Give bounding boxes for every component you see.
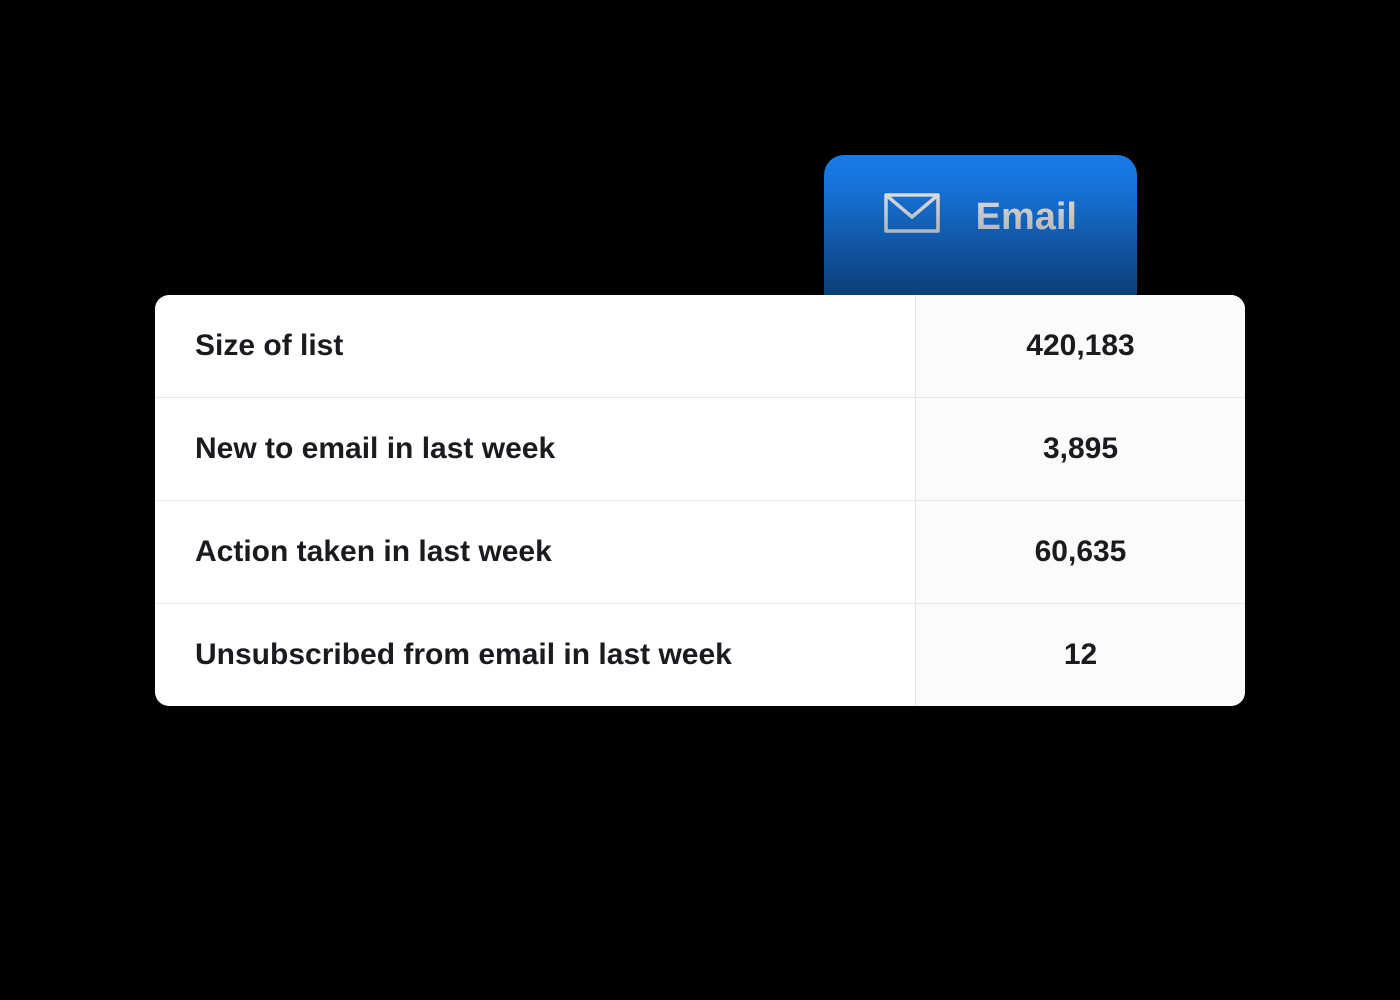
metric-label: Action taken in last week xyxy=(155,501,915,603)
metric-value: 12 xyxy=(915,604,1245,706)
table-row: Action taken in last week 60,635 xyxy=(155,501,1245,604)
metric-value: 60,635 xyxy=(915,501,1245,603)
metric-value: 3,895 xyxy=(915,398,1245,500)
metric-label: Size of list xyxy=(155,295,915,397)
table-row: Size of list 420,183 xyxy=(155,295,1245,398)
metric-label: New to email in last week xyxy=(155,398,915,500)
table-row: Unsubscribed from email in last week 12 xyxy=(155,604,1245,706)
envelope-icon xyxy=(884,191,940,245)
tab-label: Email xyxy=(976,196,1077,239)
stats-widget: Email Size of list 420,183 New to email … xyxy=(155,295,1245,706)
table-row: New to email in last week 3,895 xyxy=(155,398,1245,501)
tab-email[interactable]: Email xyxy=(824,155,1137,305)
stats-card: Size of list 420,183 New to email in las… xyxy=(155,295,1245,706)
metric-value: 420,183 xyxy=(915,295,1245,397)
metric-label: Unsubscribed from email in last week xyxy=(155,604,915,706)
